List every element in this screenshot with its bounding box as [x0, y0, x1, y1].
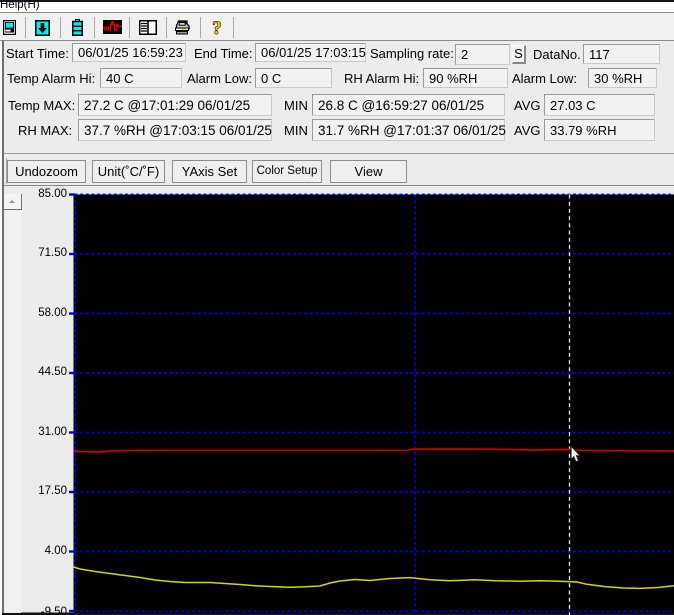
svg-text:?: ? — [212, 18, 222, 38]
